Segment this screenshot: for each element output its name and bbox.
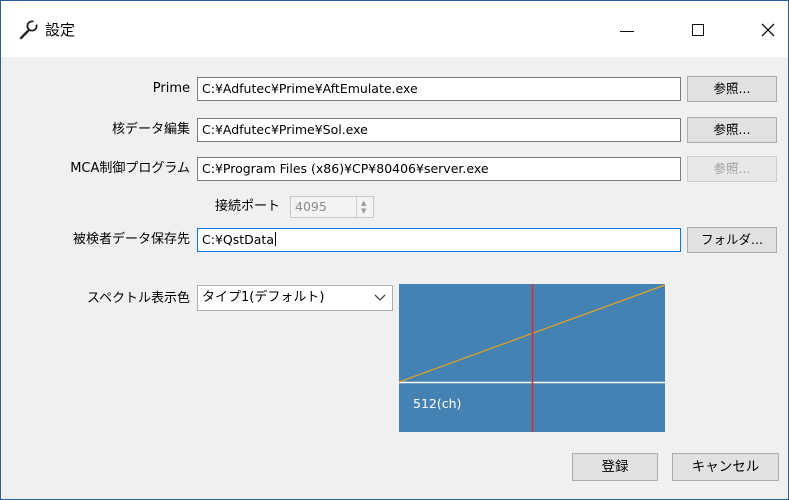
maximize-button[interactable] bbox=[675, 13, 721, 49]
window-title: 設定 bbox=[45, 21, 76, 39]
subject-data-path-text: C:¥QstData bbox=[202, 232, 274, 247]
port-spinner[interactable]: 4095 ▲ ▼ bbox=[290, 196, 374, 218]
port-label: 接続ポート bbox=[214, 199, 280, 214]
title-bar: 設定 bbox=[1, 1, 788, 57]
spectrum-color-value: タイプ1(デフォルト) bbox=[202, 290, 325, 305]
spectrum-color-label: スペクトル表示色 bbox=[86, 291, 190, 306]
close-icon bbox=[761, 23, 775, 37]
register-button[interactable]: 登録 bbox=[572, 453, 658, 481]
minimize-button[interactable] bbox=[603, 13, 649, 49]
nuclide-label: 核データ編集 bbox=[111, 122, 190, 137]
mca-label: MCA制御プログラム bbox=[70, 161, 190, 176]
mca-path-field[interactable]: C:¥Program Files (x86)¥CP¥80406¥server.e… bbox=[197, 157, 681, 181]
channel-marker-label: 512(ch) bbox=[413, 396, 462, 411]
spectrum-preview: 512(ch) bbox=[399, 284, 665, 432]
prime-path-field[interactable]: C:¥Adfutec¥Prime¥AftEmulate.exe bbox=[197, 77, 681, 101]
nuclide-browse-button[interactable]: 参照... bbox=[687, 117, 777, 143]
text-caret bbox=[275, 232, 276, 246]
wrench-icon bbox=[17, 19, 39, 41]
close-button[interactable] bbox=[745, 13, 788, 49]
prime-label: Prime bbox=[152, 81, 190, 96]
cancel-button[interactable]: キャンセル bbox=[672, 453, 779, 481]
folder-browse-button[interactable]: フォルダ... bbox=[687, 227, 777, 253]
spin-down-icon[interactable]: ▼ bbox=[361, 207, 366, 215]
spin-up-icon[interactable]: ▲ bbox=[361, 199, 366, 207]
nuclide-path-field[interactable]: C:¥Adfutec¥Prime¥Sol.exe bbox=[197, 118, 681, 142]
spectrum-color-select[interactable]: タイプ1(デフォルト) bbox=[197, 285, 393, 311]
subject-data-path-field[interactable]: C:¥QstData bbox=[197, 228, 681, 252]
port-spin-buttons[interactable]: ▲ ▼ bbox=[356, 197, 373, 217]
chevron-down-icon bbox=[374, 294, 386, 301]
prime-browse-button[interactable]: 参照... bbox=[687, 76, 777, 102]
mca-browse-button[interactable]: 参照... bbox=[687, 156, 777, 182]
settings-dialog: 設定 Prime C:¥Adfutec¥Prime¥AftEmulate.exe… bbox=[0, 0, 789, 500]
port-value: 4095 bbox=[295, 199, 327, 214]
subject-data-label: 被検者データ保存先 bbox=[72, 232, 190, 247]
